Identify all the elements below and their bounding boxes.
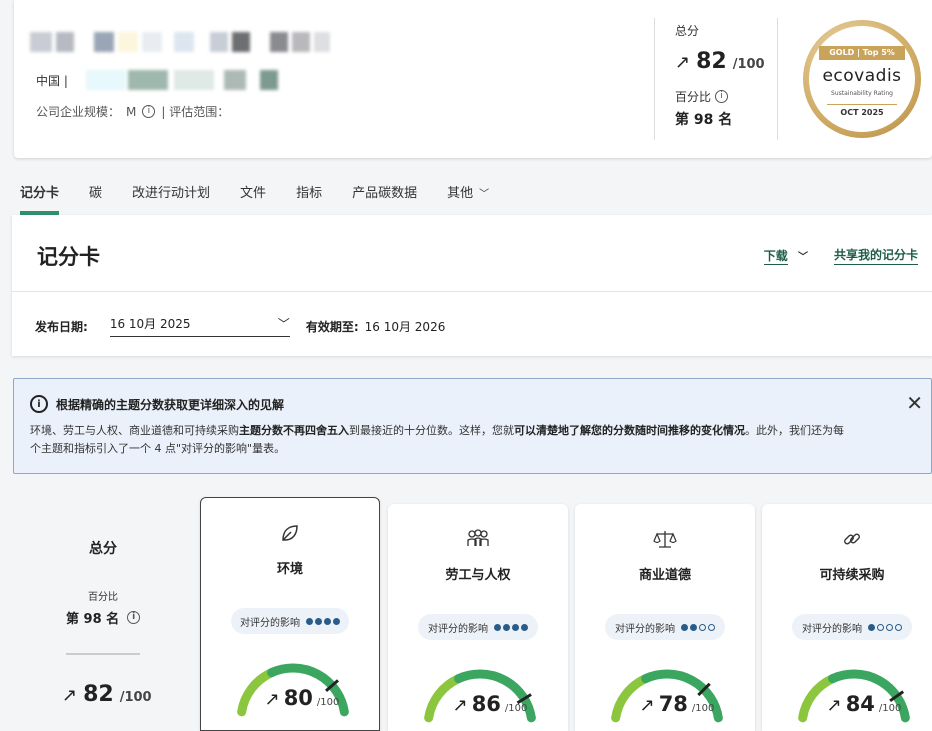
impact-dot	[895, 623, 902, 631]
scales-icon	[575, 528, 755, 554]
theme-score: ↗ 84/100	[826, 692, 902, 716]
leaf-icon	[201, 522, 379, 548]
chevron-down-icon: ﹀	[277, 317, 290, 331]
impact-dots	[306, 617, 340, 625]
people-icon	[388, 528, 568, 554]
impact-dots	[681, 623, 715, 631]
publish-date-label: 发布日期:	[35, 319, 88, 334]
impact-pill: 对评分的影响	[792, 614, 912, 640]
impact-dot	[708, 623, 715, 631]
company-country: 中国 |	[36, 74, 68, 88]
share-scorecard-link[interactable]: 共享我的记分卡	[833, 246, 918, 265]
overall-score-panel: 总分 百分比 第 98 名 i ↗ 82 /100	[14, 510, 194, 731]
divider	[66, 653, 140, 655]
scorecard-actions: 下载 ﹀ 共享我的记分卡	[763, 246, 918, 265]
trend-up-icon: ↗	[639, 695, 655, 716]
theme-card-labor-human-rights[interactable]: 劳工与人权 对评分的影响 ↗ 86/100	[388, 504, 568, 731]
impact-dot	[699, 623, 706, 631]
info-icon[interactable]: i	[715, 90, 729, 103]
medal-date: OCT 2025	[827, 104, 897, 117]
tab-more[interactable]: 其他 ﹀	[447, 176, 489, 215]
impact-dot	[868, 623, 875, 631]
banner-body: 环境、劳工与人权、商业道德和可持续采购主题分数不再四舍五入到最接近的十分位数。这…	[30, 424, 844, 455]
trend-up-icon: ↗	[675, 52, 691, 73]
page-title: 记分卡	[37, 245, 100, 269]
company-location-redacted	[86, 70, 278, 90]
company-name-redacted	[30, 32, 330, 52]
tab-carbon[interactable]: 碳	[89, 176, 102, 215]
impact-dot	[512, 623, 519, 631]
impact-pill: 对评分的影响	[231, 608, 349, 634]
date-row: 发布日期: 16 10月 2025 ﹀ 有效期至: 16 10月 2026	[35, 315, 445, 337]
impact-dot	[306, 617, 313, 625]
publish-date-select[interactable]: 16 10月 2025 ﹀	[109, 315, 290, 337]
total-score-label: 总分	[675, 24, 700, 38]
percentile-rank: 第 98 名	[675, 112, 733, 128]
impact-pill: 对评分的影响	[605, 614, 725, 640]
trend-up-icon: ↗	[264, 689, 280, 710]
info-icon: i	[30, 395, 48, 413]
chevron-down-icon: ﹀	[479, 189, 490, 200]
total-score: ↗ 82 /100	[675, 49, 765, 74]
info-icon[interactable]: i	[142, 105, 156, 118]
company-header-card: 中国 | 公司企业规模： M i | 评估范围： 总分 ↗ 82 /100 百分…	[14, 0, 932, 158]
tab-action-plan[interactable]: 改进行动计划	[132, 176, 210, 215]
medal-subtitle: Sustainability Rating	[831, 90, 893, 97]
link-icon	[762, 528, 932, 554]
main-tabs: 记分卡 碳 改进行动计划 文件 指标 产品碳数据 其他 ﹀	[20, 176, 519, 215]
summary-score-box: 总分 ↗ 82 /100 百分比 i 第 98 名	[654, 18, 778, 140]
tab-product-carbon[interactable]: 产品碳数据	[352, 176, 417, 215]
impact-dot	[324, 617, 331, 625]
info-icon[interactable]: i	[127, 611, 141, 624]
impact-dots	[494, 623, 528, 631]
info-banner: i 根据精确的主题分数获取更详细深入的见解 ✕ 环境、劳工与人权、商业道德和可持…	[13, 378, 932, 474]
percentile-label: 百分比 i	[675, 88, 777, 105]
overall-score: ↗ 82 /100	[62, 682, 152, 707]
tab-indicators[interactable]: 指标	[296, 176, 322, 215]
impact-dot	[886, 623, 893, 631]
valid-until-label: 有效期至:	[305, 319, 359, 334]
chevron-down-icon: ﹀	[797, 252, 808, 263]
impact-dot	[521, 623, 528, 631]
ecovadis-medal: GOLD | Top 5% ecovadis Sustainability Ra…	[803, 20, 921, 138]
overall-percentile-label: 百分比	[88, 592, 118, 603]
overall-title: 总分	[89, 541, 117, 557]
theme-score: ↗ 80/100	[264, 686, 340, 710]
impact-dot	[333, 617, 340, 625]
theme-card-sustainable-procurement[interactable]: 可持续采购 对评分的影响 ↗ 84/100	[762, 504, 932, 731]
download-button[interactable]: 下载 ﹀	[763, 247, 808, 265]
impact-dot	[315, 617, 322, 625]
trend-up-icon: ↗	[826, 695, 842, 716]
impact-dot	[681, 623, 688, 631]
theme-card-business-ethics[interactable]: 商业道德 对评分的影响 ↗ 78/100	[575, 504, 755, 731]
theme-score: ↗ 86/100	[452, 692, 528, 716]
trend-up-icon: ↗	[452, 695, 468, 716]
divider	[12, 291, 932, 292]
company-meta: 公司企业规模： M i | 评估范围：	[36, 104, 230, 120]
tab-documents[interactable]: 文件	[240, 176, 266, 215]
impact-dot	[494, 623, 501, 631]
impact-dot	[690, 623, 697, 631]
close-icon[interactable]: ✕	[906, 391, 923, 415]
medal-brand: ecovadis	[822, 66, 902, 86]
theme-card-environment[interactable]: 环境 对评分的影响 ↗ 80/100	[200, 497, 380, 731]
impact-dots	[868, 623, 902, 631]
overall-rank: 第 98 名 i	[66, 608, 141, 627]
scorecard-panel: 记分卡 下载 ﹀ 共享我的记分卡 发布日期: 16 10月 2025 ﹀ 有效期…	[12, 215, 932, 356]
tab-scorecard[interactable]: 记分卡	[20, 176, 60, 215]
trend-up-icon: ↗	[62, 685, 78, 706]
valid-until-date: 16 10月 2026	[364, 319, 446, 334]
medal-ribbon: GOLD | Top 5%	[819, 46, 905, 60]
impact-dot	[877, 623, 884, 631]
banner-header: i 根据精确的主题分数获取更详细深入的见解	[30, 395, 284, 413]
impact-dot	[503, 623, 510, 631]
theme-score: ↗ 78/100	[639, 692, 715, 716]
impact-pill: 对评分的影响	[418, 614, 538, 640]
